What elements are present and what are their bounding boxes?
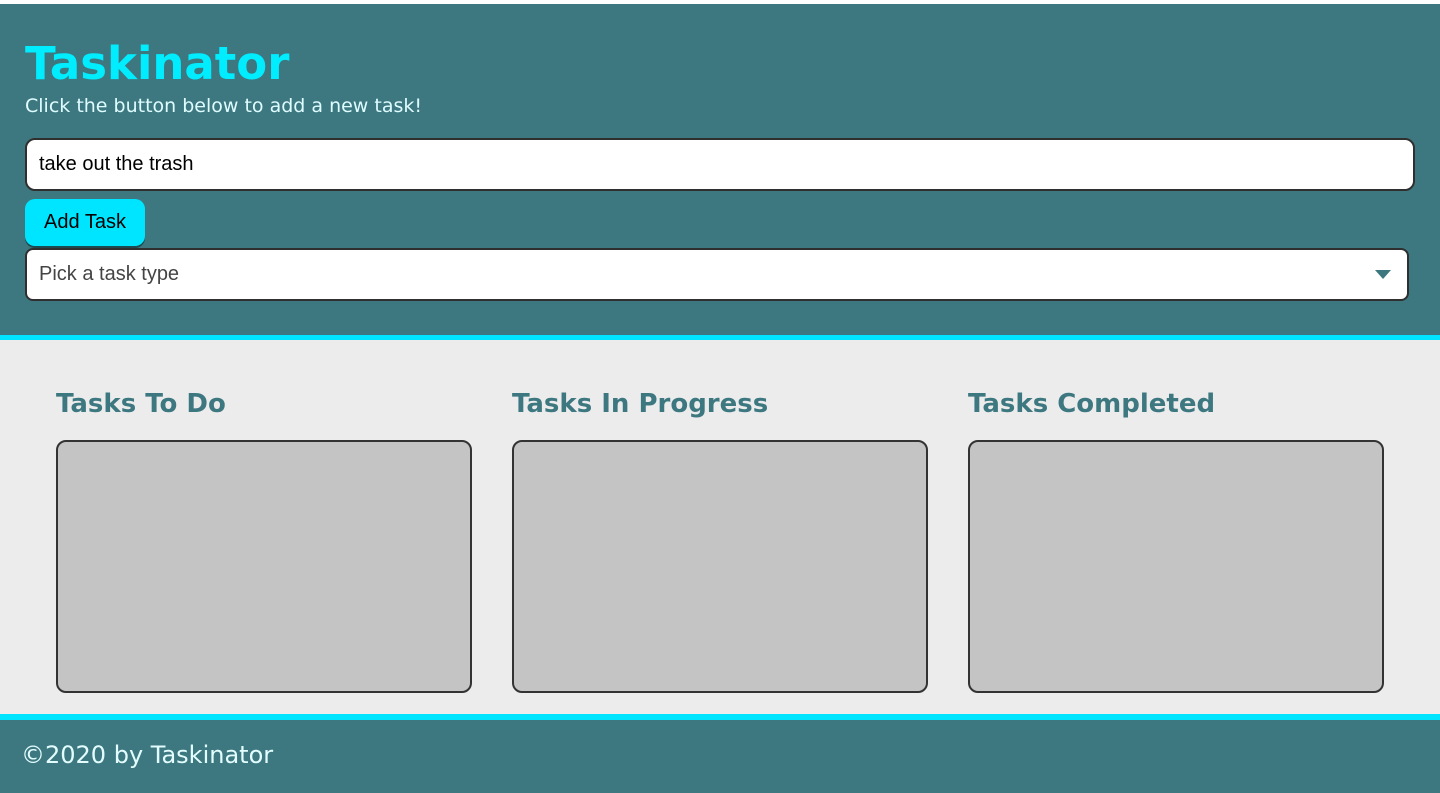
app-title: Taskinator	[25, 37, 290, 90]
page-header: Taskinator Click the button below to add…	[0, 4, 1440, 340]
task-form: Add Task Pick a task type	[25, 138, 1415, 301]
column-tasks-completed: Tasks Completed	[968, 388, 1384, 714]
add-task-button[interactable]: Add Task	[25, 199, 145, 246]
app-subtitle: Click the button below to add a new task…	[25, 95, 422, 117]
column-title: Tasks Completed	[968, 389, 1216, 419]
task-name-input[interactable]	[25, 138, 1415, 191]
chevron-down-icon	[1375, 270, 1391, 279]
copyright-text: ©2020 by Taskinator	[21, 741, 274, 769]
task-list-in-progress[interactable]	[512, 440, 928, 693]
page-footer: ©2020 by Taskinator	[0, 714, 1440, 793]
column-tasks-to-do: Tasks To Do	[56, 388, 472, 714]
task-type-selected-value: Pick a task type	[39, 263, 180, 285]
task-list-completed[interactable]	[968, 440, 1384, 693]
column-tasks-in-progress: Tasks In Progress	[512, 388, 928, 714]
column-title: Tasks To Do	[56, 389, 226, 419]
task-list-to-do[interactable]	[56, 440, 472, 693]
column-title: Tasks In Progress	[512, 389, 769, 419]
task-type-select[interactable]: Pick a task type	[25, 248, 1409, 301]
task-board: Tasks To Do Tasks In Progress Tasks Comp…	[0, 340, 1440, 714]
